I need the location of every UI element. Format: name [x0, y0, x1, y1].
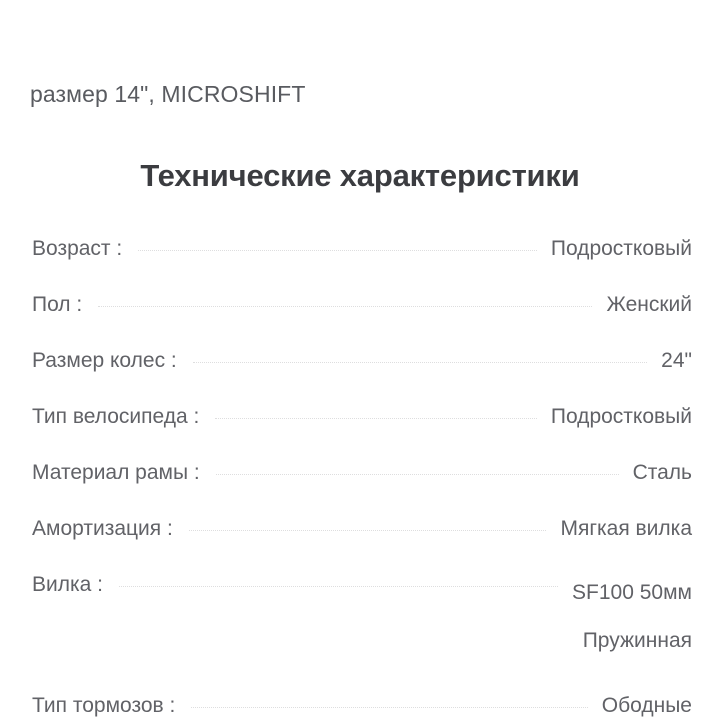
product-title-visible-line: размер 14", MICROSHIFT	[30, 81, 306, 107]
spec-label: Возраст :	[32, 237, 123, 260]
spec-value: Сталь	[632, 461, 692, 484]
product-title: переключатель задний, 7 скоростей,размер…	[30, 0, 692, 117]
spec-label: Амортизация :	[32, 517, 173, 540]
spec-row-wheel-size: Размер колес : 24"	[32, 345, 692, 376]
dotted-leader	[119, 569, 559, 587]
specifications-list: Возраст : Подростковый Пол : Женский Раз…	[32, 233, 692, 720]
dotted-leader	[138, 233, 537, 251]
spec-value: Подростковый	[550, 405, 692, 428]
spec-row-fork: Вилка : SF100 50мм Пружинная	[32, 569, 692, 665]
spec-value: Подростковый	[550, 237, 692, 260]
spec-label: Материал рамы :	[32, 461, 200, 484]
spec-value: SF100 50мм Пружинная	[572, 581, 692, 652]
dotted-leader	[215, 401, 537, 419]
spec-label: Размер колес :	[32, 349, 177, 372]
dotted-leader	[188, 513, 547, 531]
spec-value: Мягкая вилка	[560, 517, 692, 540]
spec-row-age: Возраст : Подростковый	[32, 233, 692, 264]
dotted-leader	[192, 345, 648, 363]
spec-label: Вилка :	[32, 573, 103, 596]
dotted-leader	[215, 457, 619, 475]
dotted-leader	[98, 289, 593, 307]
spec-label: Тип велосипеда :	[32, 405, 200, 428]
spec-row-gender: Пол : Женский	[32, 289, 692, 320]
spec-row-bike-type: Тип велосипеда : Подростковый	[32, 401, 692, 432]
spec-label: Пол :	[32, 293, 83, 316]
spec-row-frame-material: Материал рамы : Сталь	[32, 457, 692, 488]
spec-value: 24"	[661, 349, 692, 372]
section-heading: Технические характеристики	[140, 157, 580, 193]
spec-label: Тип тормозов :	[32, 694, 176, 717]
spec-value: Женский	[606, 293, 692, 316]
dotted-leader	[191, 690, 588, 708]
spec-value: Ободные	[601, 694, 692, 717]
spec-sheet-page: переключатель задний, 7 скоростей,размер…	[0, 0, 720, 720]
spec-row-brake-type: Тип тормозов : Ободные	[32, 690, 692, 720]
spec-row-suspension: Амортизация : Мягкая вилка	[32, 513, 692, 544]
